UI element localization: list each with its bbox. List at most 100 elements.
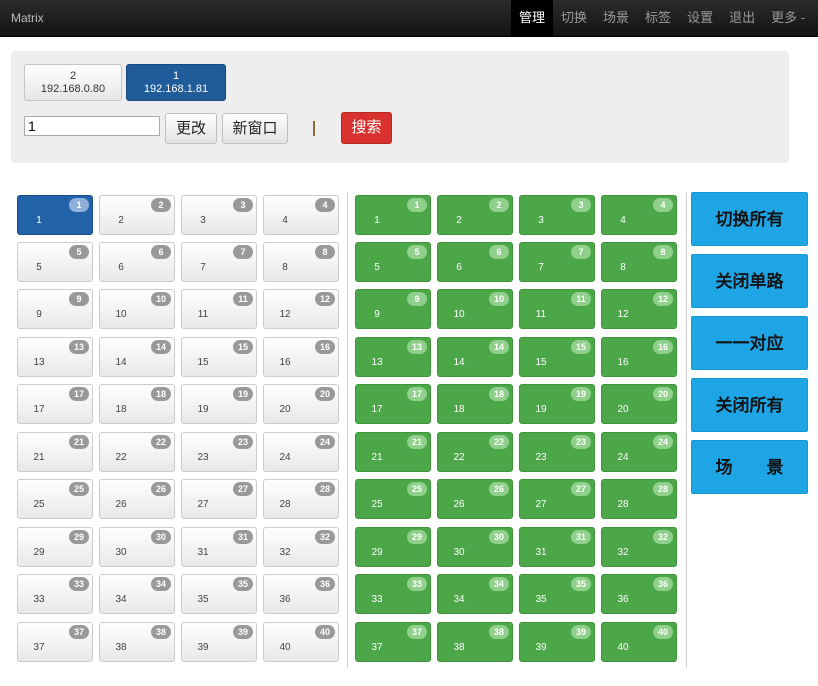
output-channel-32[interactable]: 32 32 [601,527,677,567]
close-single-button[interactable]: 关闭单路 [691,254,808,308]
output-channel-9[interactable]: 99 [355,289,431,329]
input-channel-40[interactable]: 40 40 [263,622,339,662]
output-channel-25[interactable]: 25 25 [355,479,431,519]
output-channel-8[interactable]: 88 [601,242,677,282]
input-channel-37[interactable]: 37 37 [17,622,93,662]
input-channel-14[interactable]: 14 14 [99,337,175,377]
input-channel-39[interactable]: 39 39 [181,622,257,662]
input-channel-15[interactable]: 15 15 [181,337,257,377]
output-channel-28[interactable]: 28 28 [601,479,677,519]
output-channel-29[interactable]: 29 29 [355,527,431,567]
output-channel-14[interactable]: 14 14 [437,337,513,377]
output-channel-39[interactable]: 39 39 [519,622,595,662]
output-channel-30[interactable]: 30 30 [437,527,513,567]
input-channel-26[interactable]: 26 26 [99,479,175,519]
input-channel-5[interactable]: 55 [17,242,93,282]
output-channel-1[interactable]: 11 [355,195,431,235]
input-channel-24[interactable]: 24 24 [263,432,339,472]
input-channel-25[interactable]: 25 25 [17,479,93,519]
input-channel-6[interactable]: 66 [99,242,175,282]
input-channel-label: 35 [197,594,209,605]
output-channel-31[interactable]: 31 31 [519,527,595,567]
input-channel-10[interactable]: 10 10 [99,289,175,329]
input-channel-33[interactable]: 33 33 [17,574,93,614]
change-button[interactable]: 更改 [165,113,217,144]
app-title[interactable]: Matrix [11,0,44,36]
output-channel-16[interactable]: 16 16 [601,337,677,377]
input-channel-28[interactable]: 28 28 [263,479,339,519]
close-all-button[interactable]: 关闭所有 [691,378,808,432]
output-channel-7[interactable]: 77 [519,242,595,282]
input-channel-9[interactable]: 99 [17,289,93,329]
input-channel-11[interactable]: 11 11 [181,289,257,329]
input-channel-2[interactable]: 22 [99,195,175,235]
input-channel-19[interactable]: 19 19 [181,384,257,424]
search-button[interactable]: 搜索 [341,112,392,144]
output-channel-20[interactable]: 20 20 [601,384,677,424]
output-channel-12[interactable]: 12 12 [601,289,677,329]
switch-all-button[interactable]: 切换所有 [691,192,808,246]
output-channel-27[interactable]: 27 27 [519,479,595,519]
output-channel-4[interactable]: 44 [601,195,677,235]
device-button-2[interactable]: 2 192.168.0.80 [24,64,122,101]
input-channel-31[interactable]: 31 31 [181,527,257,567]
output-channel-11[interactable]: 11 11 [519,289,595,329]
nav-manage[interactable]: 管理 [511,0,554,36]
new-window-button[interactable]: 新窗口 [222,113,288,144]
output-channel-17[interactable]: 17 17 [355,384,431,424]
output-channel-24[interactable]: 24 24 [601,432,677,472]
output-channel-36[interactable]: 36 36 [601,574,677,614]
input-channel-4[interactable]: 44 [263,195,339,235]
input-channel-23[interactable]: 23 23 [181,432,257,472]
output-channel-2[interactable]: 22 [437,195,513,235]
output-channel-5[interactable]: 55 [355,242,431,282]
input-channel-34[interactable]: 34 34 [99,574,175,614]
input-channel-8[interactable]: 88 [263,242,339,282]
input-channel-3[interactable]: 33 [181,195,257,235]
input-channel-27[interactable]: 27 27 [181,479,257,519]
output-channel-15[interactable]: 15 15 [519,337,595,377]
input-channel-22[interactable]: 22 22 [99,432,175,472]
input-channel-17[interactable]: 17 17 [17,384,93,424]
input-channel-7[interactable]: 77 [181,242,257,282]
output-channel-13[interactable]: 13 13 [355,337,431,377]
input-channel-16[interactable]: 16 16 [263,337,339,377]
input-channel-38[interactable]: 38 38 [99,622,175,662]
nav-settings[interactable]: 设置 [679,0,721,36]
one-to-one-button[interactable]: 一一对应 [691,316,808,370]
input-channel-35[interactable]: 35 35 [181,574,257,614]
output-channel-34[interactable]: 34 34 [437,574,513,614]
input-channel-21[interactable]: 21 21 [17,432,93,472]
nav-logout[interactable]: 退出 [721,0,763,36]
input-channel-18[interactable]: 18 18 [99,384,175,424]
output-channel-35[interactable]: 35 35 [519,574,595,614]
scene-button[interactable]: 场 景 [691,440,808,494]
nav-scene[interactable]: 场景 [595,0,637,36]
input-channel-30[interactable]: 30 30 [99,527,175,567]
input-channel-36[interactable]: 36 36 [263,574,339,614]
output-channel-33[interactable]: 33 33 [355,574,431,614]
input-channel-13[interactable]: 13 13 [17,337,93,377]
nav-labels[interactable]: 标签 [637,0,679,36]
input-channel-32[interactable]: 32 32 [263,527,339,567]
output-channel-38[interactable]: 38 38 [437,622,513,662]
device-button-1[interactable]: 1 192.168.1.81 [126,64,226,101]
device-id-input[interactable] [24,116,160,136]
output-channel-10[interactable]: 10 10 [437,289,513,329]
nav-switch[interactable]: 切换 [553,0,595,36]
output-channel-6[interactable]: 66 [437,242,513,282]
output-channel-40[interactable]: 40 40 [601,622,677,662]
input-channel-20[interactable]: 20 20 [263,384,339,424]
nav-more[interactable]: 更多 - [763,0,813,36]
output-channel-37[interactable]: 37 37 [355,622,431,662]
output-channel-22[interactable]: 22 22 [437,432,513,472]
output-channel-21[interactable]: 21 21 [355,432,431,472]
output-channel-18[interactable]: 18 18 [437,384,513,424]
output-channel-19[interactable]: 19 19 [519,384,595,424]
input-channel-29[interactable]: 29 29 [17,527,93,567]
input-channel-12[interactable]: 12 12 [263,289,339,329]
output-channel-23[interactable]: 23 23 [519,432,595,472]
input-channel-1[interactable]: 11 [17,195,93,235]
output-channel-26[interactable]: 26 26 [437,479,513,519]
output-channel-3[interactable]: 33 [519,195,595,235]
